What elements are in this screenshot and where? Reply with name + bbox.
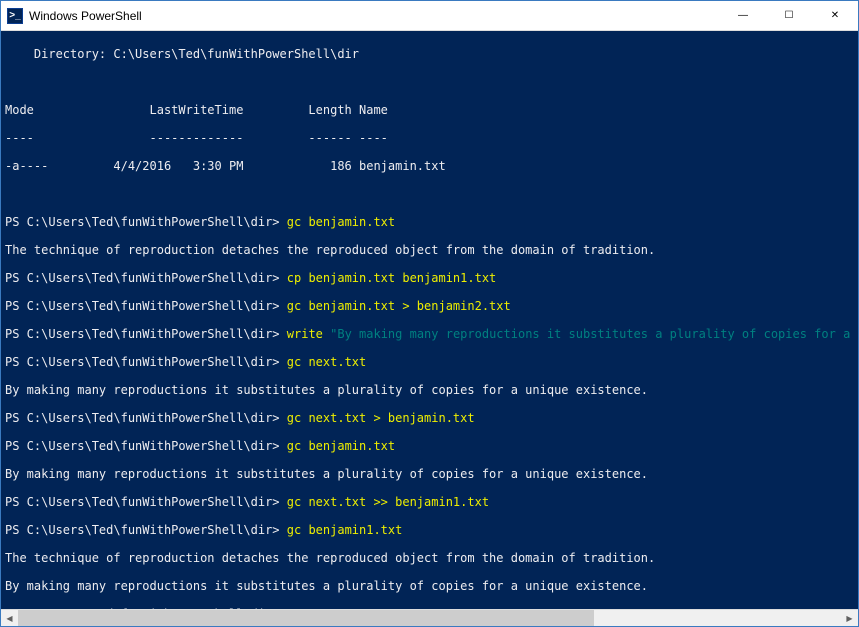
output-line: The technique of reproduction detaches t… (5, 243, 854, 257)
command-text: gc benjamin.txt (287, 439, 395, 453)
listing-row: -a---- 4/4/2016 3:30 PM 186 benjamin.txt (5, 159, 854, 173)
directory-line: Directory: C:\Users\Ted\funWithPowerShel… (5, 47, 854, 61)
output-line: The technique of reproduction detaches t… (5, 551, 854, 565)
scroll-thumb[interactable] (18, 610, 594, 626)
terminal[interactable]: Directory: C:\Users\Ted\funWithPowerShel… (1, 31, 858, 609)
command-text: gc next.txt (287, 355, 366, 369)
command-text: gc next.txt > benjamin.txt (287, 411, 475, 425)
close-button[interactable]: ✕ (812, 1, 858, 31)
scroll-track[interactable] (18, 610, 841, 626)
prompt-line[interactable]: PS C:\Users\Ted\funWithPowerShell\dir> (5, 607, 854, 609)
prompt-line: PS C:\Users\Ted\funWithPowerShell\dir> g… (5, 299, 854, 313)
prompt-line: PS C:\Users\Ted\funWithPowerShell\dir> w… (5, 327, 854, 341)
command-text: gc benjamin.txt > benjamin2.txt (287, 299, 511, 313)
command-text: gc benjamin1.txt (287, 523, 403, 537)
listing-header: Mode LastWriteTime Length Name (5, 103, 854, 117)
listing-header-sep: ---- ------------- ------ ---- (5, 131, 854, 145)
maximize-button[interactable]: ☐ (766, 1, 812, 31)
prompt-line: PS C:\Users\Ted\funWithPowerShell\dir> g… (5, 523, 854, 537)
prompt-line: PS C:\Users\Ted\funWithPowerShell\dir> g… (5, 439, 854, 453)
window-title: Windows PowerShell (29, 9, 142, 23)
titlebar: >_ Windows PowerShell — ☐ ✕ (1, 1, 858, 31)
prompt-line: PS C:\Users\Ted\funWithPowerShell\dir> g… (5, 355, 854, 369)
prompt-line: PS C:\Users\Ted\funWithPowerShell\dir> c… (5, 271, 854, 285)
command-text: gc next.txt >> benjamin1.txt (287, 495, 489, 509)
output-line: By making many reproductions it substitu… (5, 383, 854, 397)
prompt-line: PS C:\Users\Ted\funWithPowerShell\dir> g… (5, 495, 854, 509)
command-arg: "By making many reproductions it substit… (330, 327, 858, 341)
minimize-button[interactable]: — (720, 1, 766, 31)
command-text: gc benjamin.txt (287, 215, 395, 229)
command-text: cp benjamin.txt benjamin1.txt (287, 271, 497, 285)
prompt-line: PS C:\Users\Ted\funWithPowerShell\dir> g… (5, 215, 854, 229)
output-line: By making many reproductions it substitu… (5, 579, 854, 593)
output-line: By making many reproductions it substitu… (5, 467, 854, 481)
powershell-icon: >_ (7, 8, 23, 24)
command-text: write (287, 327, 330, 341)
scroll-right-icon[interactable]: ▶ (841, 610, 858, 626)
prompt-line: PS C:\Users\Ted\funWithPowerShell\dir> g… (5, 411, 854, 425)
horizontal-scrollbar[interactable]: ◀ ▶ (1, 609, 858, 626)
scroll-left-icon[interactable]: ◀ (1, 610, 18, 626)
